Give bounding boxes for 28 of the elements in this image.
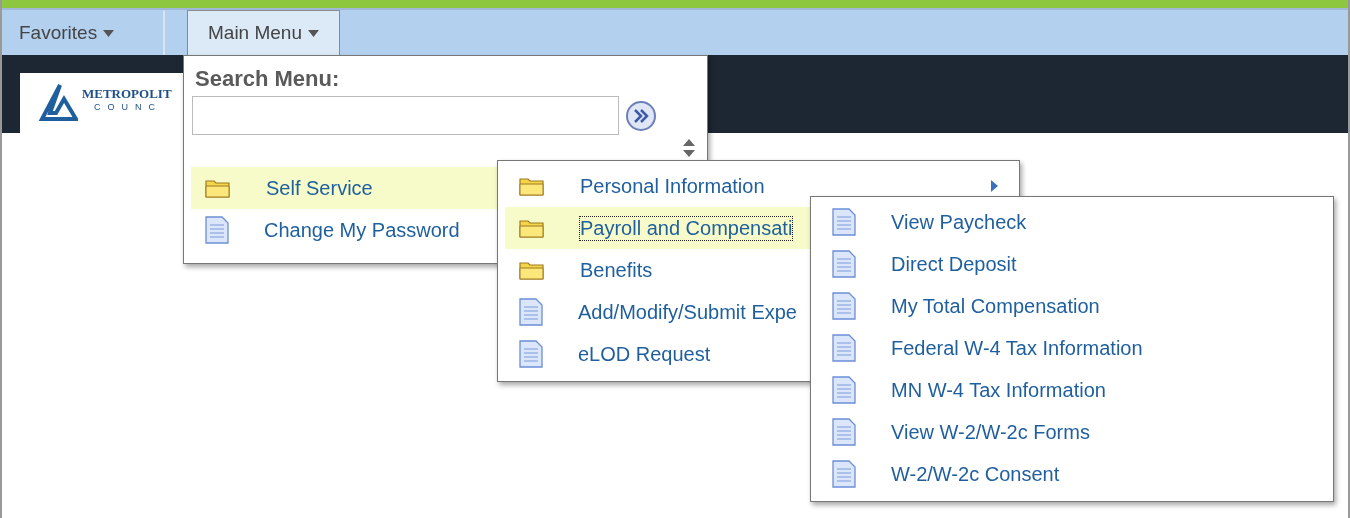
document-icon: [832, 334, 856, 362]
go-button[interactable]: [625, 99, 657, 132]
menu-item[interactable]: W-2/W-2c Consent: [818, 453, 1326, 495]
logo-text: METROPOLIT: [82, 86, 172, 102]
menu-item[interactable]: My Total Compensation: [818, 285, 1326, 327]
document-icon: [832, 418, 856, 446]
document-icon: [832, 376, 856, 404]
menu-item[interactable]: View W-2/W-2c Forms: [818, 411, 1326, 453]
folder-icon: [519, 218, 545, 238]
caret-icon: [103, 29, 115, 37]
document-icon: [832, 250, 856, 278]
sort-icon[interactable]: [683, 139, 695, 157]
caret-icon: [308, 29, 319, 37]
document-icon: [205, 216, 229, 244]
document-icon: [519, 298, 543, 326]
folder-icon: [519, 260, 545, 280]
folder-icon: [205, 178, 231, 198]
logo-subtext: COUNC: [94, 102, 163, 112]
search-label: Search Menu:: [195, 66, 341, 92]
search-field[interactable]: [192, 96, 619, 135]
menu-tab[interactable]: Main Menu: [187, 10, 340, 55]
document-icon: [832, 292, 856, 320]
folder-icon: [519, 176, 545, 196]
document-icon: [519, 340, 543, 368]
menu-item[interactable]: MN W-4 Tax Information: [818, 369, 1326, 411]
menu-item[interactable]: Federal W-4 Tax Information: [818, 327, 1326, 369]
document-icon: [832, 208, 856, 236]
document-icon: [832, 460, 856, 488]
